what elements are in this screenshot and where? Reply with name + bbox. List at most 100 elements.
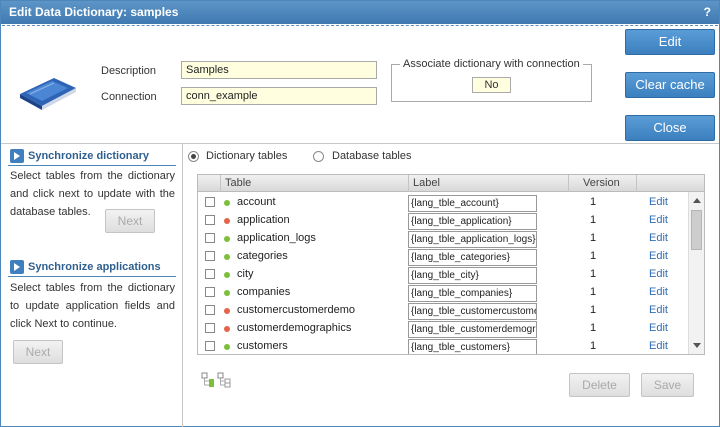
- database-tables-radio[interactable]: [313, 151, 324, 162]
- sync-dictionary-header[interactable]: Synchronize dictionary: [8, 148, 176, 166]
- edit-row-link[interactable]: Edit: [649, 214, 668, 226]
- section-divider: [1, 143, 719, 144]
- row-checkbox[interactable]: [205, 215, 215, 225]
- close-button[interactable]: Close: [625, 115, 715, 141]
- status-dot-icon: [224, 344, 230, 350]
- associate-connection-value[interactable]: No: [472, 77, 511, 93]
- dictionary-properties: Description Samples Connection conn_exam…: [2, 25, 718, 143]
- status-dot-icon: [224, 290, 230, 296]
- table-name: customerdemographics: [237, 322, 352, 334]
- table-row[interactable]: customers {lang_tble_customers} 1 Edit: [198, 338, 688, 354]
- row-checkbox[interactable]: [205, 341, 215, 351]
- dictionary-book-icon: [20, 78, 76, 110]
- scroll-thumb[interactable]: [691, 210, 702, 250]
- table-column-header[interactable]: Table: [220, 175, 408, 192]
- scroll-down-icon[interactable]: [693, 343, 701, 348]
- status-dot-icon: [224, 236, 230, 242]
- edit-row-link[interactable]: Edit: [649, 304, 668, 316]
- table-label-input[interactable]: {lang_tble_categories}: [408, 249, 537, 266]
- database-tables-label[interactable]: Database tables: [332, 150, 412, 162]
- table-version: 1: [589, 340, 597, 352]
- table-row[interactable]: account {lang_tble_account} 1 Edit: [198, 194, 688, 212]
- status-dot-icon: [224, 218, 230, 224]
- row-checkbox[interactable]: [205, 197, 215, 207]
- table-row[interactable]: application_logs {lang_tble_application_l…: [198, 230, 688, 248]
- row-checkbox[interactable]: [205, 287, 215, 297]
- row-checkbox[interactable]: [205, 233, 215, 243]
- table-version: 1: [589, 322, 597, 334]
- table-row[interactable]: city {lang_tble_city} 1 Edit: [198, 266, 688, 284]
- version-column-header[interactable]: Version: [568, 175, 636, 192]
- table-row[interactable]: categories {lang_tble_categories} 1 Edit: [198, 248, 688, 266]
- table-row[interactable]: customerdemographics {lang_tble_customerd…: [198, 320, 688, 338]
- associate-connection-legend: Associate dictionary with connection: [400, 58, 583, 70]
- edit-button[interactable]: Edit: [625, 29, 715, 55]
- edit-row-link[interactable]: Edit: [649, 232, 668, 244]
- sidebar-divider: [182, 143, 183, 427]
- table-version: 1: [589, 286, 597, 298]
- clear-cache-button[interactable]: Clear cache: [625, 72, 715, 98]
- tables-grid: Table Label Version account {lang_tble_ac…: [197, 174, 705, 355]
- table-name: categories: [237, 250, 288, 262]
- status-dot-icon: [224, 326, 230, 332]
- table-version: 1: [589, 214, 597, 226]
- table-name: city: [237, 268, 254, 280]
- table-row[interactable]: application {lang_tble_application} 1 Edit: [198, 212, 688, 230]
- edit-row-link[interactable]: Edit: [649, 196, 668, 208]
- table-label-input[interactable]: {lang_tble_city}: [408, 267, 537, 284]
- row-checkbox[interactable]: [205, 269, 215, 279]
- edit-row-link[interactable]: Edit: [649, 322, 668, 334]
- row-checkbox[interactable]: [205, 305, 215, 315]
- save-button[interactable]: Save: [641, 373, 694, 397]
- status-dot-icon: [224, 254, 230, 260]
- table-label-input[interactable]: {lang_tble_companies}: [408, 285, 537, 302]
- table-label-input[interactable]: {lang_tble_customerdemographics}: [408, 321, 537, 338]
- table-name: application_logs: [237, 232, 316, 244]
- table-label-input[interactable]: {lang_tble_application}: [408, 213, 537, 230]
- delete-button[interactable]: Delete: [569, 373, 630, 397]
- help-icon[interactable]: ?: [704, 1, 711, 24]
- label-column-header[interactable]: Label: [408, 175, 568, 192]
- expand-arrow-icon: [10, 260, 24, 274]
- table-name: application: [237, 214, 290, 226]
- row-checkbox[interactable]: [205, 323, 215, 333]
- grid-vertical-scrollbar[interactable]: [688, 192, 704, 354]
- row-checkbox[interactable]: [205, 251, 215, 261]
- table-label-input[interactable]: {lang_tble_account}: [408, 195, 537, 212]
- edit-row-link[interactable]: Edit: [649, 340, 668, 352]
- table-name: customers: [237, 340, 288, 352]
- table-row[interactable]: companies {lang_tble_companies} 1 Edit: [198, 284, 688, 302]
- expand-arrow-icon: [10, 149, 24, 163]
- status-dot-icon: [224, 272, 230, 278]
- table-label-input[interactable]: {lang_tble_customers}: [408, 339, 537, 354]
- sync-applications-title: Synchronize applications: [28, 261, 161, 273]
- title-bar: Edit Data Dictionary: samples ?: [1, 1, 719, 24]
- description-input[interactable]: Samples: [181, 61, 377, 79]
- table-label-input[interactable]: {lang_tble_customercustomerdemo}: [408, 303, 537, 320]
- table-version: 1: [589, 304, 597, 316]
- table-version: 1: [589, 250, 597, 262]
- connection-label: Connection: [101, 91, 157, 103]
- scroll-up-icon[interactable]: [693, 198, 701, 203]
- dictionary-tables-label[interactable]: Dictionary tables: [206, 150, 287, 162]
- expand-collapse-tree-icon[interactable]: [201, 371, 233, 389]
- sync-applications-header[interactable]: Synchronize applications: [8, 259, 176, 277]
- dictionary-tables-radio[interactable]: [188, 151, 199, 162]
- edit-dictionary-dialog: Edit Data Dictionary: samples ? Descript…: [0, 0, 720, 427]
- sync-dictionary-title: Synchronize dictionary: [28, 150, 150, 162]
- associate-connection-group: Associate dictionary with connection No: [391, 58, 592, 102]
- grid-header: Table Label Version: [198, 175, 704, 192]
- table-name: account: [237, 196, 276, 208]
- edit-row-link[interactable]: Edit: [649, 268, 668, 280]
- table-name: companies: [237, 286, 291, 298]
- table-name: customercustomerdemo: [237, 304, 355, 316]
- connection-input[interactable]: conn_example: [181, 87, 377, 105]
- edit-row-link[interactable]: Edit: [649, 250, 668, 262]
- status-dot-icon: [224, 200, 230, 206]
- sync-dictionary-next-button[interactable]: Next: [105, 209, 155, 233]
- table-label-input[interactable]: {lang_tble_application_logs}: [408, 231, 537, 248]
- edit-row-link[interactable]: Edit: [649, 286, 668, 298]
- sync-applications-next-button[interactable]: Next: [13, 340, 63, 364]
- table-row[interactable]: customercustomerdemo {lang_tble_customerc…: [198, 302, 688, 320]
- table-version: 1: [589, 232, 597, 244]
